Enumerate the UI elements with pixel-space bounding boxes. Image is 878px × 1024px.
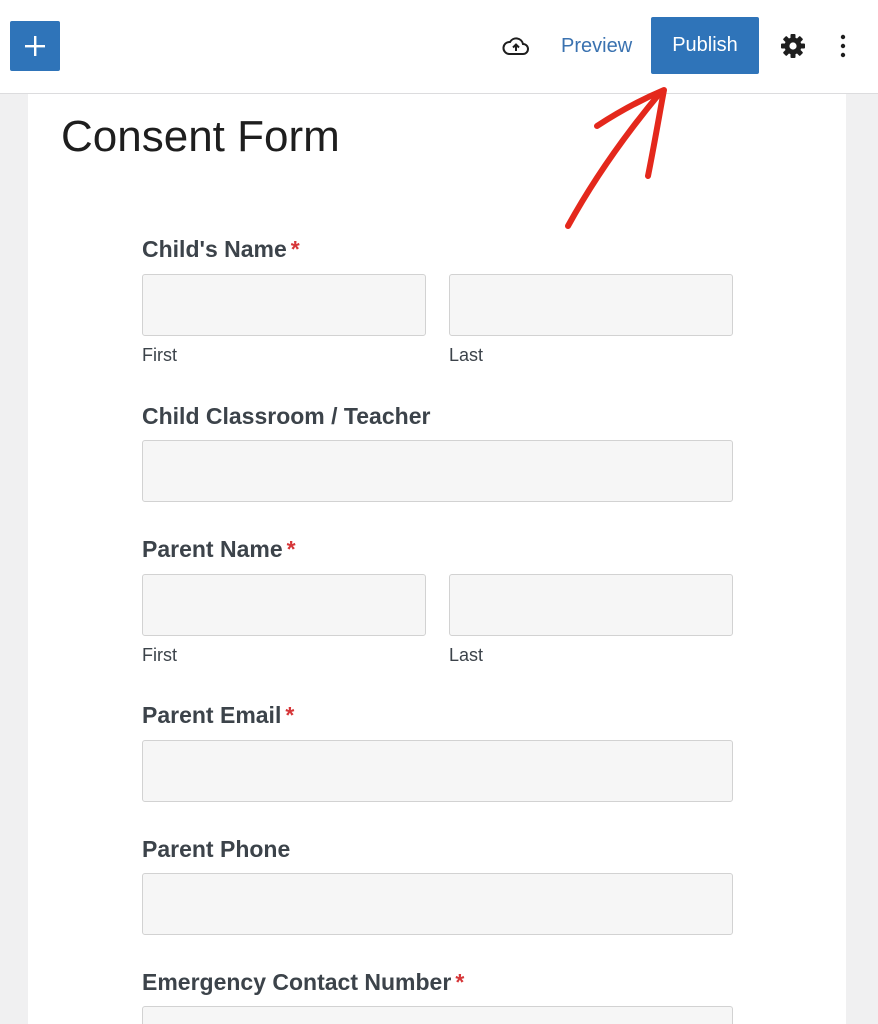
field-label-parent-phone: Parent Phone bbox=[142, 836, 291, 862]
sublabel-first: First bbox=[142, 645, 177, 665]
cloud-upload-icon bbox=[502, 37, 529, 55]
classroom-teacher-input[interactable] bbox=[142, 440, 733, 502]
publish-button[interactable]: Publish bbox=[651, 17, 759, 74]
required-marker: * bbox=[290, 236, 300, 262]
sublabel-first: First bbox=[142, 345, 177, 365]
annotation-arrow bbox=[565, 87, 667, 229]
field-label-parent-name: Parent Name * bbox=[142, 536, 296, 562]
required-marker: * bbox=[455, 969, 465, 995]
emergency-contact-input[interactable] bbox=[142, 1006, 733, 1024]
more-options-button[interactable] bbox=[830, 29, 856, 63]
gear-icon bbox=[781, 34, 805, 58]
preview-button[interactable]: Preview bbox=[553, 28, 640, 64]
vertical-ellipsis-icon bbox=[840, 34, 846, 58]
settings-button[interactable] bbox=[776, 29, 810, 63]
editor-toolbar: Preview Publish bbox=[0, 0, 878, 94]
parent-phone-input[interactable] bbox=[142, 873, 733, 935]
childs-first-name-input[interactable] bbox=[142, 274, 426, 336]
parent-last-name-input[interactable] bbox=[449, 574, 733, 636]
field-label-classroom-teacher: Child Classroom / Teacher bbox=[142, 403, 431, 429]
plus-icon bbox=[25, 36, 45, 56]
parent-email-input[interactable] bbox=[142, 740, 733, 802]
required-marker: * bbox=[285, 702, 295, 728]
field-label-emergency-contact: Emergency Contact Number * bbox=[142, 969, 465, 995]
sublabel-last: Last bbox=[449, 645, 484, 665]
field-label-childs-name: Child's Name * bbox=[142, 236, 300, 262]
parent-first-name-input[interactable] bbox=[142, 574, 426, 636]
save-draft-button[interactable] bbox=[500, 30, 532, 62]
required-marker: * bbox=[286, 536, 296, 562]
page-title[interactable]: Consent Form bbox=[61, 112, 340, 162]
childs-last-name-input[interactable] bbox=[449, 274, 733, 336]
add-block-button[interactable] bbox=[10, 21, 60, 71]
sublabel-last: Last bbox=[449, 345, 484, 365]
field-label-parent-email: Parent Email * bbox=[142, 702, 295, 728]
